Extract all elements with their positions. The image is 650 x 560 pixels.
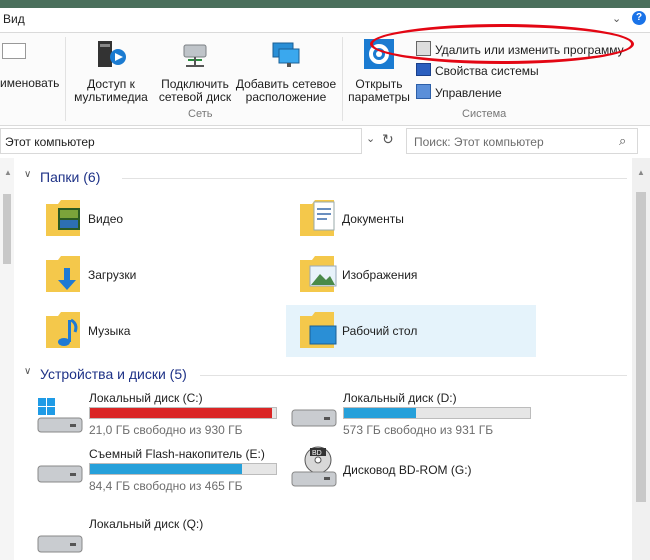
video-folder-icon — [46, 200, 80, 236]
drive-item-d[interactable]: Локальный диск (D:) 573 ГБ свободно из 9… — [288, 390, 538, 442]
folder-label: Загрузки — [88, 268, 137, 282]
ribbon: именовать Доступ к мультимедиа Подключит… — [0, 24, 650, 126]
drive-usage-fill — [90, 408, 272, 418]
drive-name: Локальный диск (Q:) — [89, 517, 204, 531]
add-network-location-label: Добавить сетевое расположение — [235, 77, 337, 104]
system-properties-label: Свойства системы — [435, 64, 539, 78]
documents-folder-icon — [300, 200, 335, 236]
desktop-folder-icon — [300, 312, 337, 348]
section-divider — [122, 178, 627, 179]
folder-item-music[interactable]: Музыка — [40, 308, 280, 360]
scroll-thumb[interactable] — [636, 192, 646, 502]
chevron-down-icon[interactable]: ⌄ — [612, 12, 621, 25]
folder-item-desktop[interactable]: Рабочий стол — [286, 305, 536, 357]
drive-free-space: 21,0 ГБ свободно из 930 ГБ — [89, 423, 243, 437]
address-path: Этот компьютер — [5, 135, 95, 149]
scroll-up-arrow-icon[interactable]: ▲ — [4, 168, 12, 177]
pictures-folder-icon — [300, 256, 337, 292]
address-dropdown-icon[interactable]: ⌄ — [366, 132, 375, 145]
open-settings-label: Открыть параметры — [348, 77, 410, 104]
drive-usage-bar — [343, 407, 531, 419]
rename-label: именовать — [0, 76, 60, 90]
drive-name: Дисковод BD-ROM (G:) — [343, 463, 472, 477]
drive-name: Локальный диск (D:) — [343, 391, 457, 405]
media-access-button[interactable]: Доступ к мультимедиа — [68, 37, 154, 104]
drive-usage-bar — [89, 407, 277, 419]
drive-usage-fill — [344, 408, 416, 418]
collapse-devices-icon[interactable]: ∨ — [24, 366, 31, 377]
folders-header[interactable]: Папки (6) — [40, 169, 100, 185]
annotation-ellipse — [370, 24, 634, 64]
downloads-folder-icon — [46, 256, 80, 292]
check-icon — [416, 63, 431, 76]
bd-rom-drive-icon: BD — [291, 446, 337, 487]
media-server-icon — [98, 41, 126, 67]
hard-drive-icon — [37, 535, 83, 553]
system-drive-icon — [37, 398, 83, 433]
folder-item-pictures[interactable]: Изображения — [294, 252, 534, 304]
search-icon[interactable]: ⌕ — [619, 133, 626, 149]
rename-icon — [2, 43, 26, 59]
manage-item[interactable]: Управление — [416, 84, 502, 100]
network-location-icon — [272, 42, 300, 67]
computer-management-icon — [416, 84, 431, 99]
tab-view[interactable]: Вид — [3, 12, 25, 26]
usb-drive-icon — [37, 465, 83, 483]
group-label-network: Сеть — [188, 108, 213, 120]
folder-label: Музыка — [88, 324, 131, 338]
collapse-folders-icon[interactable]: ∨ — [24, 169, 31, 180]
content-scrollbar[interactable]: ▲ — [632, 158, 650, 560]
search-placeholder: Поиск: Этот компьютер — [414, 135, 544, 149]
group-divider — [342, 37, 343, 121]
devices-header[interactable]: Устройства и диски (5) — [40, 366, 187, 382]
window-titlebar-strip — [0, 0, 650, 8]
section-divider — [200, 375, 627, 376]
manage-label: Управление — [435, 86, 502, 100]
rename-button[interactable]: именовать — [0, 33, 60, 103]
scroll-up-arrow-icon[interactable]: ▲ — [637, 168, 645, 177]
map-drive-label: Подключить сетевой диск — [158, 77, 232, 104]
drive-item-e[interactable]: Съемный Flash-накопитель (E:) 84,4 ГБ св… — [34, 446, 284, 498]
folder-item-documents[interactable]: Документы — [294, 196, 534, 248]
drive-item-c[interactable]: Локальный диск (C:) 21,0 ГБ свободно из … — [34, 390, 284, 442]
folder-item-video[interactable]: Видео — [40, 196, 280, 248]
svg-text:BD: BD — [312, 450, 322, 457]
system-properties-item[interactable]: Свойства системы — [416, 63, 539, 78]
map-drive-button[interactable]: Подключить сетевой диск — [152, 37, 238, 104]
group-divider — [65, 37, 66, 121]
help-icon[interactable]: ? — [632, 11, 646, 25]
nav-pane-scrollbar[interactable]: ▲ — [0, 158, 14, 560]
drive-usage-fill — [90, 464, 243, 474]
drive-usage-bar — [89, 463, 277, 475]
network-drive-icon — [183, 44, 207, 67]
folder-label: Видео — [88, 212, 124, 226]
search-box[interactable]: Поиск: Этот компьютер ⌕ — [406, 128, 638, 154]
drive-free-space: 84,4 ГБ свободно из 465 ГБ — [89, 479, 243, 493]
address-bar[interactable]: Этот компьютер — [0, 128, 362, 154]
drive-item-g[interactable]: BD Дисковод BD-ROM (G:) — [288, 446, 538, 498]
hard-drive-icon — [291, 409, 337, 427]
folder-label: Рабочий стол — [342, 324, 418, 338]
folder-item-downloads[interactable]: Загрузки — [40, 252, 280, 304]
drive-name: Съемный Flash-накопитель (E:) — [89, 447, 265, 461]
group-label-system: Система — [462, 108, 507, 120]
music-folder-icon — [46, 312, 80, 348]
folder-label: Документы — [342, 212, 404, 226]
scroll-thumb[interactable] — [3, 194, 11, 264]
drive-name: Локальный диск (C:) — [89, 391, 203, 405]
folder-label: Изображения — [342, 268, 418, 282]
drive-item-q[interactable]: Локальный диск (Q:) — [34, 514, 284, 560]
drive-free-space: 573 ГБ свободно из 931 ГБ — [343, 423, 494, 437]
media-access-label: Доступ к мультимедиа — [74, 77, 148, 104]
add-network-location-button[interactable]: Добавить сетевое расположение — [234, 37, 338, 104]
address-bar-row: Этот компьютер ⌄ ↻ Поиск: Этот компьютер… — [0, 128, 650, 156]
refresh-icon[interactable]: ↻ — [382, 131, 394, 148]
